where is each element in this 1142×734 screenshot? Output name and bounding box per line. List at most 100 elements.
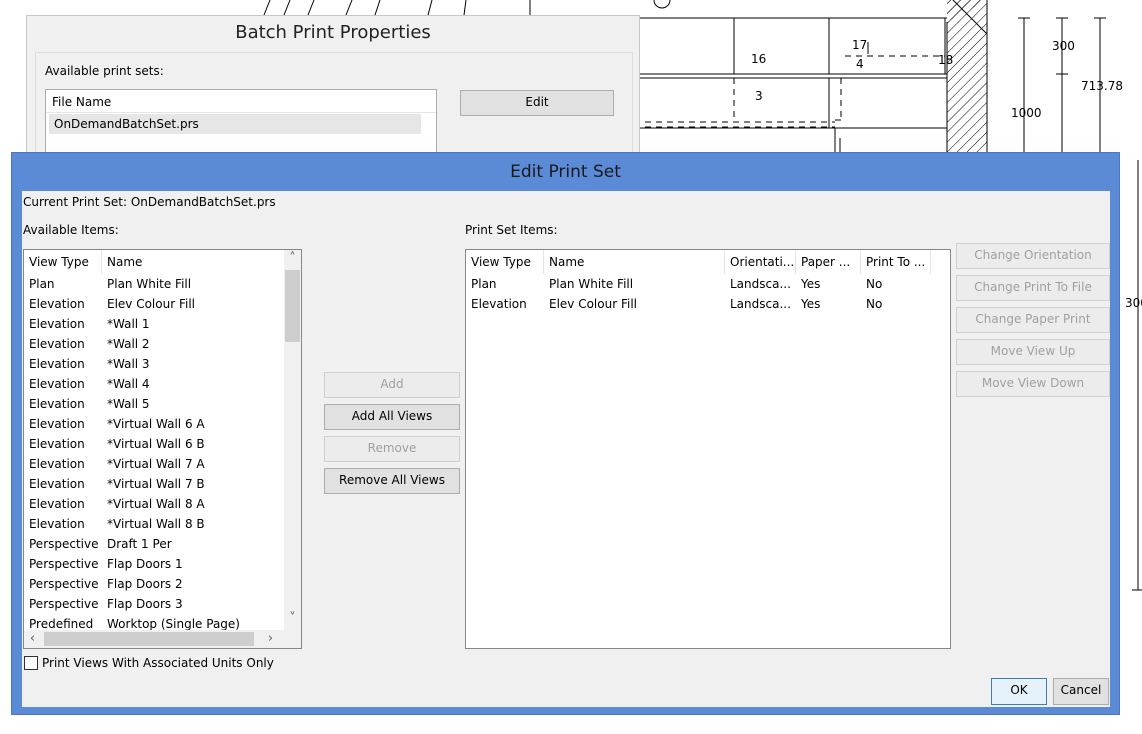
- move-view-down-button[interactable]: Move View Down: [956, 371, 1110, 397]
- print-to-cell: No: [866, 297, 883, 311]
- paper-cell: Yes: [801, 297, 821, 311]
- name-cell: Elev Colour Fill: [107, 297, 195, 311]
- cad-label: 4: [856, 57, 864, 71]
- list-item[interactable]: Perspective Draft 1 Per: [24, 534, 284, 554]
- name-column-header[interactable]: Name: [102, 250, 284, 274]
- cancel-button[interactable]: Cancel: [1053, 678, 1109, 705]
- change-orientation-button[interactable]: Change Orientation: [956, 243, 1110, 269]
- list-item[interactable]: Perspective Flap Doors 2: [24, 574, 284, 594]
- list-item[interactable]: Elevation *Wall 5: [24, 394, 284, 414]
- list-item[interactable]: Perspective Flap Doors 3: [24, 594, 284, 614]
- list-item[interactable]: Plan Plan White Fill: [24, 274, 284, 294]
- name-cell: *Virtual Wall 7 A: [107, 457, 205, 471]
- orientation-cell: Landsca...: [730, 297, 791, 311]
- orientation-column-header[interactable]: Orientati...: [725, 250, 796, 274]
- type-cell: Plan: [471, 277, 497, 291]
- change-print-to-file-button[interactable]: Change Print To File: [956, 275, 1110, 301]
- scroll-down-icon[interactable]: ˅: [284, 610, 301, 627]
- scrollbar-thumb[interactable]: [285, 270, 300, 342]
- name-cell: *Wall 2: [107, 337, 150, 351]
- table-row[interactable]: Plan Plan White Fill Landsca... Yes No: [466, 274, 950, 294]
- view-type-column-header[interactable]: View Type: [466, 250, 544, 274]
- scroll-right-icon[interactable]: ›: [262, 630, 279, 647]
- edit-print-set-dialog: Edit Print Set Current Print Set: OnDema…: [11, 152, 1120, 715]
- paper-column-header[interactable]: Paper ...: [796, 250, 861, 274]
- cad-label: 300: [1125, 296, 1142, 310]
- name-cell: *Virtual Wall 6 B: [107, 437, 205, 451]
- list-item[interactable]: Elevation Elev Colour Fill: [24, 294, 284, 314]
- view-type-cell: Elevation: [29, 497, 85, 511]
- horizontal-scrollbar-thumb[interactable]: [44, 632, 254, 646]
- print-set-items-label: Print Set Items:: [465, 223, 558, 237]
- add-button[interactable]: Add: [324, 372, 460, 398]
- print-set-row[interactable]: OnDemandBatchSet.prs: [49, 114, 421, 134]
- edit-button[interactable]: Edit: [460, 90, 614, 116]
- view-type-cell: Elevation: [29, 457, 85, 471]
- list-item[interactable]: Perspective Flap Doors 1: [24, 554, 284, 574]
- view-type-cell: Elevation: [29, 377, 85, 391]
- associated-units-checkbox[interactable]: [24, 656, 38, 670]
- name-cell: *Wall 4: [107, 377, 150, 391]
- table-row[interactable]: Elevation Elev Colour Fill Landsca... Yes No: [466, 294, 950, 314]
- type-cell: Elevation: [471, 297, 527, 311]
- name-cell: Draft 1 Per: [107, 537, 172, 551]
- view-type-column-header[interactable]: View Type: [24, 250, 102, 274]
- view-type-cell: Elevation: [29, 477, 85, 491]
- list-item[interactable]: Elevation *Wall 1: [24, 314, 284, 334]
- cad-label: 300: [1052, 39, 1075, 53]
- cad-label: 1000: [1011, 106, 1042, 120]
- print-to-cell: No: [866, 277, 883, 291]
- view-type-cell: Elevation: [29, 357, 85, 371]
- dialog-title: Edit Print Set: [510, 162, 621, 182]
- current-print-set-label: Current Print Set: OnDemandBatchSet.prs: [23, 195, 276, 209]
- name-cell: *Virtual Wall 8 B: [107, 517, 205, 531]
- cad-label: 3: [755, 89, 763, 103]
- name-cell: *Virtual Wall 7 B: [107, 477, 205, 491]
- name-cell: *Wall 5: [107, 397, 150, 411]
- scroll-up-icon[interactable]: ˄: [284, 250, 301, 267]
- change-paper-print-button[interactable]: Change Paper Print: [956, 307, 1110, 333]
- print-to-file-column-header[interactable]: Print To ...: [861, 250, 931, 274]
- remove-all-views-button[interactable]: Remove All Views: [324, 468, 460, 494]
- move-view-up-button[interactable]: Move View Up: [956, 339, 1110, 365]
- view-type-cell: Elevation: [29, 297, 85, 311]
- associated-units-checkbox-label[interactable]: Print Views With Associated Units Only: [42, 656, 274, 670]
- view-type-cell: Elevation: [29, 437, 85, 451]
- name-cell: Flap Doors 3: [107, 597, 183, 611]
- list-item[interactable]: Elevation *Wall 2: [24, 334, 284, 354]
- paper-cell: Yes: [801, 277, 821, 291]
- orientation-cell: Landsca...: [730, 277, 791, 291]
- list-item[interactable]: Elevation *Virtual Wall 7 B: [24, 474, 284, 494]
- horizontal-scrollbar[interactable]: ‹ ›: [24, 630, 301, 648]
- list-item[interactable]: Elevation *Virtual Wall 6 B: [24, 434, 284, 454]
- print-set-items-list[interactable]: View Type Name Orientati... Paper ... Pr…: [465, 249, 951, 649]
- view-type-cell: Elevation: [29, 417, 85, 431]
- view-type-cell: Perspective: [29, 597, 99, 611]
- name-cell: Flap Doors 2: [107, 577, 183, 591]
- list-item[interactable]: Elevation *Wall 3: [24, 354, 284, 374]
- hatched-wall-right: [947, 0, 987, 160]
- list-item[interactable]: Elevation *Virtual Wall 8 A: [24, 494, 284, 514]
- name-cell: Flap Doors 1: [107, 557, 183, 571]
- name-cell: Elev Colour Fill: [549, 297, 637, 311]
- name-cell: *Wall 1: [107, 317, 150, 331]
- view-type-cell: Elevation: [29, 397, 85, 411]
- available-items-list[interactable]: View Type Name Plan Plan White Fill Elevat…: [23, 249, 302, 649]
- list-item[interactable]: Elevation *Wall 4: [24, 374, 284, 394]
- list-item[interactable]: Elevation *Virtual Wall 7 A: [24, 454, 284, 474]
- batch-window-title: Batch Print Properties: [235, 22, 431, 43]
- view-type-cell: Perspective: [29, 577, 99, 591]
- vertical-scrollbar[interactable]: ˄ ˅: [284, 250, 301, 630]
- cad-label: 713.78: [1081, 79, 1123, 93]
- name-column-header[interactable]: Name: [544, 250, 725, 274]
- view-type-cell: Perspective: [29, 537, 99, 551]
- list-item[interactable]: Elevation *Virtual Wall 8 B: [24, 514, 284, 534]
- remove-button[interactable]: Remove: [324, 436, 460, 462]
- ok-button[interactable]: OK: [991, 678, 1047, 705]
- cad-label: 16: [751, 52, 766, 66]
- file-name-column-header[interactable]: File Name: [46, 90, 436, 113]
- add-all-views-button[interactable]: Add All Views: [324, 404, 460, 430]
- scroll-left-icon[interactable]: ‹: [24, 630, 41, 647]
- dialog-client-area: Current Print Set: OnDemandBatchSet.prs …: [22, 191, 1110, 707]
- list-item[interactable]: Elevation *Virtual Wall 6 A: [24, 414, 284, 434]
